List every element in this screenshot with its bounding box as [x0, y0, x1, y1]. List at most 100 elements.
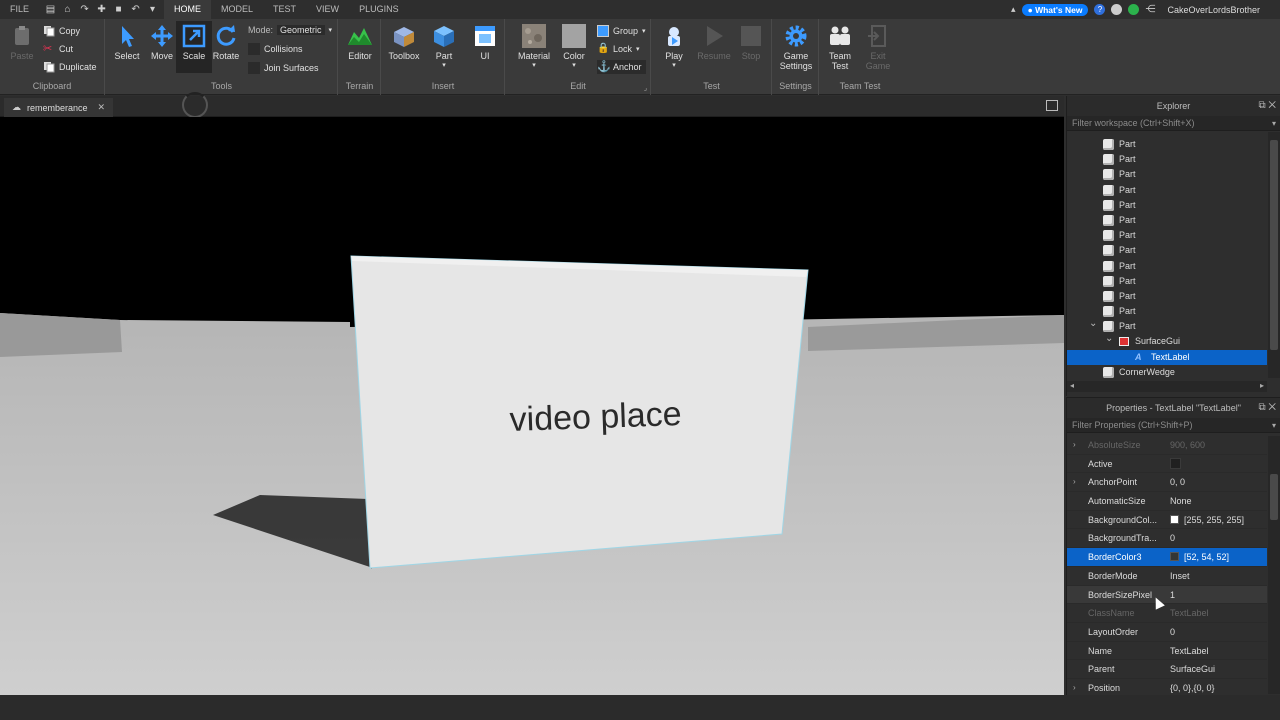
property-row[interactable]: LayoutOrder 0: [1067, 623, 1267, 642]
close-icon[interactable]: ✕: [98, 102, 106, 113]
explorer-item[interactable]: Part: [1067, 228, 1267, 243]
property-row[interactable]: AutomaticSize None: [1067, 492, 1267, 511]
username-label[interactable]: CakeOverLordsBrother: [1167, 5, 1260, 15]
property-value[interactable]: [255, 255, 255]: [1170, 511, 1267, 530]
explorer-item[interactable]: Part: [1067, 198, 1267, 213]
publish-icon[interactable]: ✚: [96, 4, 107, 15]
redo-icon[interactable]: ↷: [79, 4, 90, 15]
expand-chevron-icon[interactable]: ›: [1073, 436, 1076, 455]
explorer-item[interactable]: ⌄ Part: [1067, 316, 1267, 334]
close-icon[interactable]: ✕: [1268, 100, 1276, 111]
copy-button[interactable]: Copy: [43, 24, 80, 38]
save-icon[interactable]: ■: [113, 4, 124, 15]
tab-view[interactable]: VIEW: [306, 0, 349, 19]
color-swatch[interactable]: [1170, 514, 1179, 524]
explorer-item[interactable]: Part: [1067, 274, 1267, 289]
property-value[interactable]: 0, 0: [1170, 473, 1267, 492]
explorer-item[interactable]: Part: [1067, 289, 1267, 304]
3d-viewport[interactable]: video place: [0, 117, 1064, 695]
collisions-toggle[interactable]: Collisions: [248, 42, 303, 56]
property-value[interactable]: Inset: [1170, 567, 1267, 586]
properties-scrollbar[interactable]: [1268, 436, 1280, 694]
stop-button[interactable]: Stop: [731, 23, 771, 61]
property-value[interactable]: SurfaceGui: [1170, 660, 1267, 679]
ui-button[interactable]: UI: [465, 23, 505, 61]
collapse-ribbon-icon[interactable]: ▴: [1011, 4, 1016, 15]
property-row[interactable]: BorderMode Inset: [1067, 567, 1267, 586]
resume-button[interactable]: Resume: [694, 23, 734, 61]
paste-button[interactable]: Paste: [3, 23, 41, 61]
property-value[interactable]: 1: [1170, 586, 1267, 605]
property-value[interactable]: TextLabel: [1170, 604, 1267, 623]
property-value[interactable]: TextLabel: [1170, 642, 1267, 661]
explorer-item[interactable]: Part: [1067, 137, 1267, 152]
exit-game-button[interactable]: Exit Game: [858, 23, 898, 71]
tab-home[interactable]: HOME: [164, 0, 212, 19]
toolbox-button[interactable]: Toolbox: [384, 23, 424, 61]
mode-selector[interactable]: Mode: Geometric ▾: [248, 23, 332, 37]
tab-plugins[interactable]: PLUGINS: [349, 0, 409, 19]
expand-chevron-icon[interactable]: ⌄: [1089, 316, 1097, 331]
restore-icon[interactable]: ⧉: [1258, 100, 1265, 111]
document-tab[interactable]: ☁ rememberance ✕: [4, 98, 114, 117]
explorer-item[interactable]: Part: [1067, 152, 1267, 167]
explorer-item[interactable]: Part: [1067, 243, 1267, 258]
share-icon[interactable]: ⋲: [1145, 4, 1155, 15]
explorer-scroll-thumb[interactable]: [1270, 140, 1278, 350]
explorer-item[interactable]: Part: [1067, 183, 1267, 198]
select-button[interactable]: Select: [109, 23, 145, 61]
property-row[interactable]: › AnchorPoint 0, 0: [1067, 473, 1267, 493]
expand-chevron-icon[interactable]: ⌄: [1105, 331, 1113, 346]
property-row[interactable]: BorderColor3 [52, 54, 52]: [1067, 548, 1267, 567]
property-row[interactable]: BackgroundCol... [255, 255, 255]: [1067, 511, 1267, 530]
new-file-icon[interactable]: ▤: [45, 4, 56, 15]
collaborators-icon[interactable]: [1111, 4, 1123, 15]
property-row[interactable]: Name TextLabel: [1067, 642, 1267, 661]
explorer-hscrollbar[interactable]: ◂ ▸: [1067, 381, 1267, 392]
material-button[interactable]: Material ▾: [514, 23, 554, 69]
anchor-button[interactable]: ⚓ Anchor: [597, 60, 646, 74]
rotate-button[interactable]: Rotate: [208, 23, 244, 61]
scroll-right-icon[interactable]: ▸: [1260, 381, 1264, 390]
property-row[interactable]: › Position {0, 0},{0, 0}: [1067, 679, 1267, 696]
lock-button[interactable]: 🔒 Lock ▾: [597, 42, 640, 56]
game-settings-button[interactable]: Game Settings: [776, 23, 816, 71]
properties-filter-input[interactable]: Filter Properties (Ctrl+Shift+P): [1067, 418, 1280, 433]
cut-button[interactable]: ✂ Cut: [43, 42, 73, 56]
tab-test[interactable]: TEST: [263, 0, 306, 19]
explorer-item[interactable]: A TextLabel: [1067, 349, 1267, 365]
status-online-icon[interactable]: [1128, 4, 1140, 15]
move-button[interactable]: Move: [144, 23, 180, 61]
team-test-button[interactable]: Team Test: [820, 23, 860, 71]
explorer-item[interactable]: Part: [1067, 167, 1267, 182]
property-value[interactable]: None: [1170, 492, 1267, 511]
property-row[interactable]: Parent SurfaceGui: [1067, 660, 1267, 679]
property-value[interactable]: 900, 600: [1170, 436, 1267, 455]
scale-button[interactable]: Scale: [176, 21, 212, 73]
terrain-editor-button[interactable]: Editor: [340, 23, 380, 61]
restore-view-icon[interactable]: [1046, 100, 1058, 111]
explorer-scrollbar[interactable]: [1268, 132, 1280, 378]
part-button[interactable]: Part ▾: [424, 23, 464, 69]
duplicate-button[interactable]: Duplicate: [43, 60, 97, 74]
property-value[interactable]: [52, 54, 52]: [1170, 548, 1267, 567]
undo-icon[interactable]: ↶: [130, 4, 141, 15]
explorer-item[interactable]: Part: [1067, 213, 1267, 228]
property-value[interactable]: [1170, 455, 1267, 474]
property-row[interactable]: ClassName TextLabel: [1067, 604, 1267, 623]
property-value[interactable]: 0: [1170, 529, 1267, 548]
open-file-icon[interactable]: ⌂: [62, 4, 73, 15]
expand-chevron-icon[interactable]: ›: [1073, 679, 1076, 696]
help-icon[interactable]: ?: [1094, 4, 1106, 15]
explorer-item[interactable]: Part: [1067, 259, 1267, 274]
property-row[interactable]: BorderSizePixel 1: [1067, 585, 1267, 605]
explorer-item[interactable]: ⌄ SurfaceGui: [1067, 331, 1267, 349]
property-value[interactable]: 0: [1170, 623, 1267, 642]
color-button[interactable]: Color ▾: [554, 23, 594, 69]
customize-toolbar-icon[interactable]: ▾: [147, 4, 158, 15]
expand-chevron-icon[interactable]: ›: [1073, 473, 1076, 492]
property-row[interactable]: Active: [1067, 455, 1267, 474]
explorer-item[interactable]: CornerWedge: [1067, 365, 1267, 380]
group-button[interactable]: Group ▾: [597, 24, 646, 38]
tab-model[interactable]: MODEL: [211, 0, 263, 19]
